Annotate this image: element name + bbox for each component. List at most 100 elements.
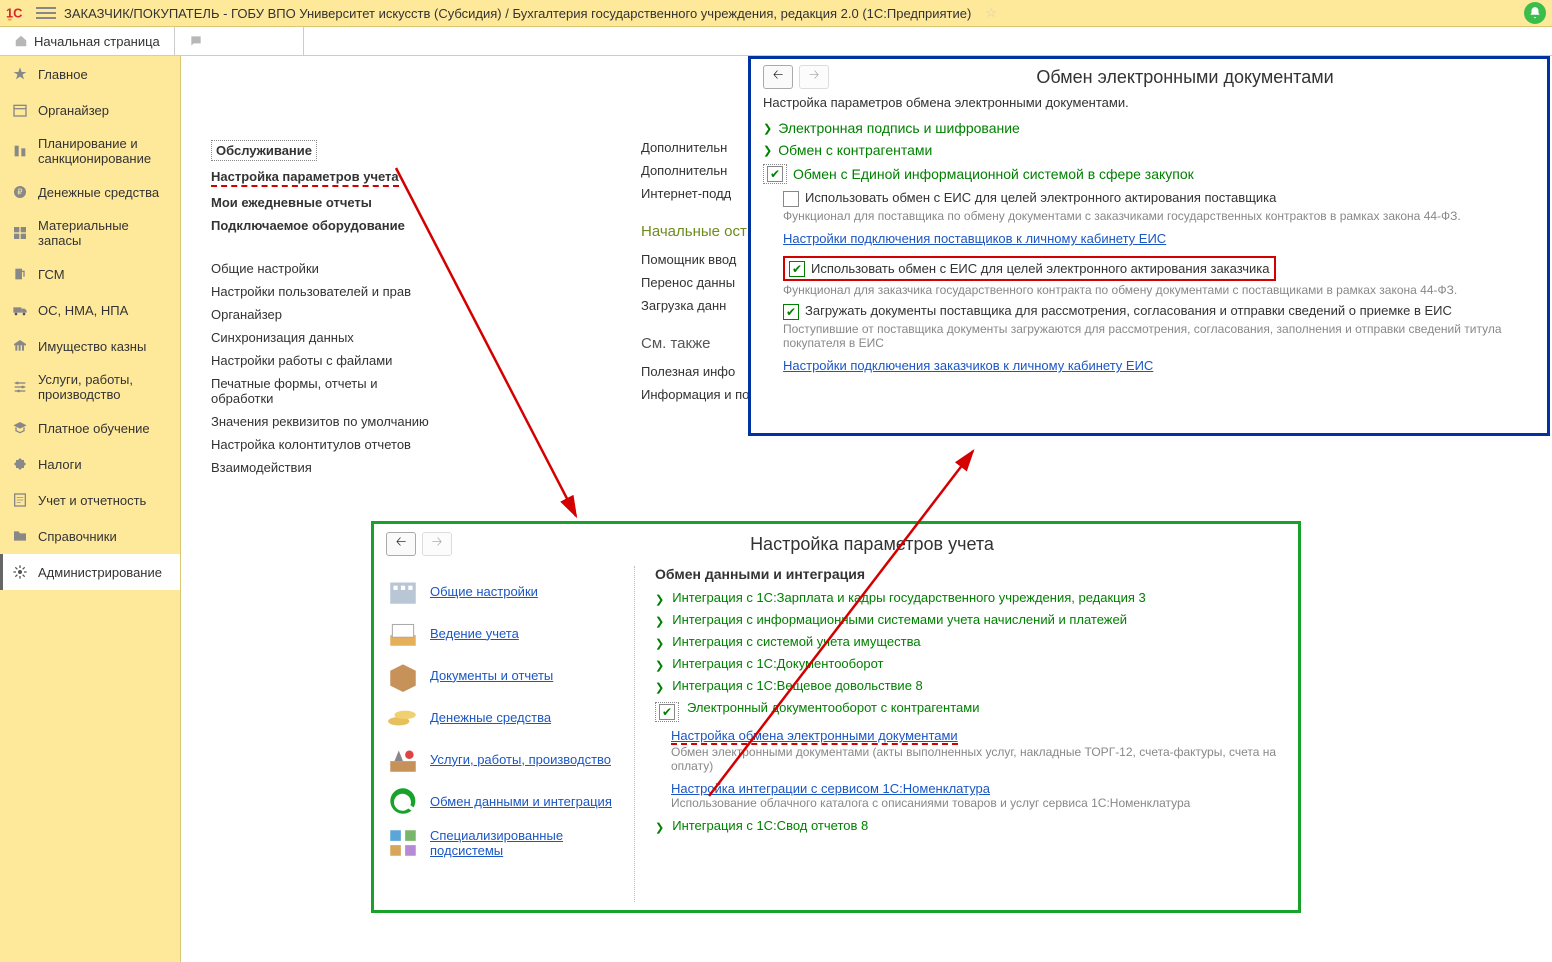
admin-link-params[interactable]: Настройка параметров учета	[211, 169, 399, 187]
book-icon	[386, 616, 420, 650]
panel-title: Настройка параметров учета	[458, 534, 1286, 555]
panel-desc: Настройка параметров обмена электронными…	[763, 95, 1535, 110]
admin-link-headers[interactable]: Настройка колонтитулов отчетов	[211, 433, 441, 456]
tab-strip: Начальная страница	[0, 27, 1552, 56]
chevron-right-icon: ❯	[763, 122, 772, 135]
sidebar-item-materials[interactable]: Материальные запасы	[0, 210, 180, 256]
checkbox-customer-highlighted[interactable]: ✔ Использовать обмен с ЕИС для целей эле…	[783, 256, 1276, 281]
expander-contractors[interactable]: ❯Обмен с контрагентами	[763, 142, 1535, 158]
expander-signature[interactable]: ❯Электронная подпись и шифрование	[763, 120, 1535, 136]
building-icon	[386, 574, 420, 608]
tab-label: Начальная страница	[34, 34, 160, 49]
tab-home[interactable]: Начальная страница	[0, 27, 175, 55]
graduation-icon	[12, 420, 28, 436]
admin-link-print[interactable]: Печатные формы, отчеты и обработки	[211, 372, 441, 410]
emblem-icon	[12, 456, 28, 472]
app-title: ЗАКАЗЧИК/ПОКУПАТЕЛЬ - ГОБУ ВПО Университ…	[64, 6, 971, 21]
boxes-icon	[12, 225, 28, 241]
tools-icon	[386, 742, 420, 776]
cat-general[interactable]: Общие настройки	[386, 574, 626, 608]
int-checkbox-edo[interactable]: ✔ Электронный документооборот с контраге…	[655, 700, 1286, 722]
sidebar-item-assets[interactable]: ОС, НМА, НПА	[0, 292, 180, 328]
cat-accounting[interactable]: Ведение учета	[386, 616, 626, 650]
notifications-icon[interactable]	[1524, 2, 1546, 24]
forward-button[interactable]: 🡢	[799, 65, 829, 89]
chevron-right-icon: ❯	[763, 144, 772, 157]
int-link-nomenclature[interactable]: Настройка интеграции с сервисом 1С:Номен…	[671, 781, 990, 796]
checkbox-supplier[interactable]: Использовать обмен с ЕИС для целей элект…	[783, 190, 1535, 207]
admin-link-sync[interactable]: Синхронизация данных	[211, 326, 441, 349]
int-link-property[interactable]: ❯Интеграция с системой учета имущества	[655, 634, 1286, 650]
sync-icon	[386, 784, 420, 818]
int-link-edo-settings[interactable]: Настройка обмена электронными документам…	[671, 728, 958, 745]
admin-link-equipment[interactable]: Подключаемое оборудование	[211, 214, 441, 237]
admin-link-users[interactable]: Настройки пользователей и прав	[211, 280, 441, 303]
link-customer-settings[interactable]: Настройки подключения заказчиков к лично…	[783, 358, 1153, 373]
svg-text:₽: ₽	[17, 188, 22, 197]
sidebar-item-main[interactable]: Главное	[0, 56, 180, 92]
sidebar-item-services[interactable]: Услуги, работы, производство	[0, 364, 180, 410]
back-button[interactable]: 🡠	[386, 532, 416, 556]
link-supplier-settings[interactable]: Настройки подключения поставщиков к личн…	[783, 231, 1166, 246]
int-link-clothing[interactable]: ❯Интеграция с 1С:Вещевое довольствие 8	[655, 678, 1286, 694]
chevron-right-icon: ❯	[655, 821, 664, 834]
title-bar: 1C ЗАКАЗЧИК/ПОКУПАТЕЛЬ - ГОБУ ВПО Универ…	[0, 0, 1552, 27]
admin-link-general[interactable]: Общие настройки	[211, 257, 441, 280]
back-button[interactable]: 🡠	[763, 65, 793, 89]
int-link-zkgu[interactable]: ❯Интеграция с 1С:Зарплата и кадры госуда…	[655, 590, 1286, 606]
plan-icon	[12, 143, 28, 159]
int-link-payments[interactable]: ❯Интеграция с информационными системами …	[655, 612, 1286, 628]
sliders-icon	[12, 379, 28, 395]
report-icon	[12, 492, 28, 508]
home-icon	[14, 34, 28, 48]
sidebar-item-taxes[interactable]: Налоги	[0, 446, 180, 482]
cat-subsystems[interactable]: Специализированные подсистемы	[386, 826, 626, 860]
admin-section-maintenance[interactable]: Обслуживание	[211, 140, 317, 161]
tab-empty[interactable]	[175, 27, 304, 55]
int-link-svod[interactable]: ❯Интеграция с 1С:Свод отчетов 8	[655, 818, 1286, 834]
category-list: Общие настройки Ведение учета Документы …	[386, 566, 635, 902]
sidebar-item-organizer[interactable]: Органайзер	[0, 92, 180, 128]
chevron-right-icon: ❯	[655, 615, 664, 628]
sidebar-item-admin[interactable]: Администрирование	[0, 554, 180, 590]
chevron-right-icon: ❯	[655, 681, 664, 694]
navigation-sidebar: Главное Органайзер Планирование и санкци…	[0, 56, 181, 962]
svg-text:1C: 1C	[6, 6, 22, 21]
expander-eis[interactable]: ✔ Обмен с Единой информационной системой…	[763, 164, 1535, 184]
admin-menu: Обслуживание Настройка параметров учета …	[211, 136, 441, 479]
sidebar-item-treasury[interactable]: Имущество казны	[0, 328, 180, 364]
admin-link-interactions[interactable]: Взаимодействия	[211, 456, 441, 479]
cat-exchange[interactable]: Обмен данными и интеграция	[386, 784, 626, 818]
int-link-docflow[interactable]: ❯Интеграция с 1С:Документооборот	[655, 656, 1286, 672]
truck-icon	[12, 302, 28, 318]
folder-icon	[12, 528, 28, 544]
star-icon	[12, 66, 28, 82]
accounting-params-panel: 🡠 🡢 Настройка параметров учета Общие нас…	[371, 521, 1301, 913]
sidebar-item-fuel[interactable]: ГСМ	[0, 256, 180, 292]
sidebar-item-education[interactable]: Платное обучение	[0, 410, 180, 446]
cat-documents[interactable]: Документы и отчеты	[386, 658, 626, 692]
chevron-right-icon: ❯	[655, 637, 664, 650]
chevron-right-icon: ❯	[655, 659, 664, 672]
admin-link-files[interactable]: Настройки работы с файлами	[211, 349, 441, 372]
favorite-icon[interactable]: ☆	[985, 5, 997, 21]
cat-money[interactable]: Денежные средства	[386, 700, 626, 734]
admin-link-reports[interactable]: Мои ежедневные отчеты	[211, 191, 441, 214]
forward-button[interactable]: 🡢	[422, 532, 452, 556]
sidebar-item-catalogs[interactable]: Справочники	[0, 518, 180, 554]
chat-icon	[189, 34, 203, 48]
menu-icon[interactable]	[36, 4, 56, 22]
modules-icon	[386, 826, 420, 860]
admin-link-organizer[interactable]: Органайзер	[211, 303, 441, 326]
checkbox-load-docs[interactable]: ✔ Загружать документы поставщика для рас…	[783, 303, 1535, 320]
chevron-right-icon: ❯	[655, 593, 664, 606]
admin-link-defaults[interactable]: Значения реквизитов по умолчанию	[211, 410, 441, 433]
panel-title: Обмен электронными документами	[835, 67, 1535, 88]
sidebar-item-accounting[interactable]: Учет и отчетность	[0, 482, 180, 518]
ruble-icon: ₽	[12, 184, 28, 200]
sidebar-item-money[interactable]: ₽Денежные средства	[0, 174, 180, 210]
cat-services[interactable]: Услуги, работы, производство	[386, 742, 626, 776]
edo-exchange-panel: 🡠 🡢 Обмен электронными документами Настр…	[748, 56, 1550, 436]
sidebar-item-planning[interactable]: Планирование и санкционирование	[0, 128, 180, 174]
bank-icon	[12, 338, 28, 354]
